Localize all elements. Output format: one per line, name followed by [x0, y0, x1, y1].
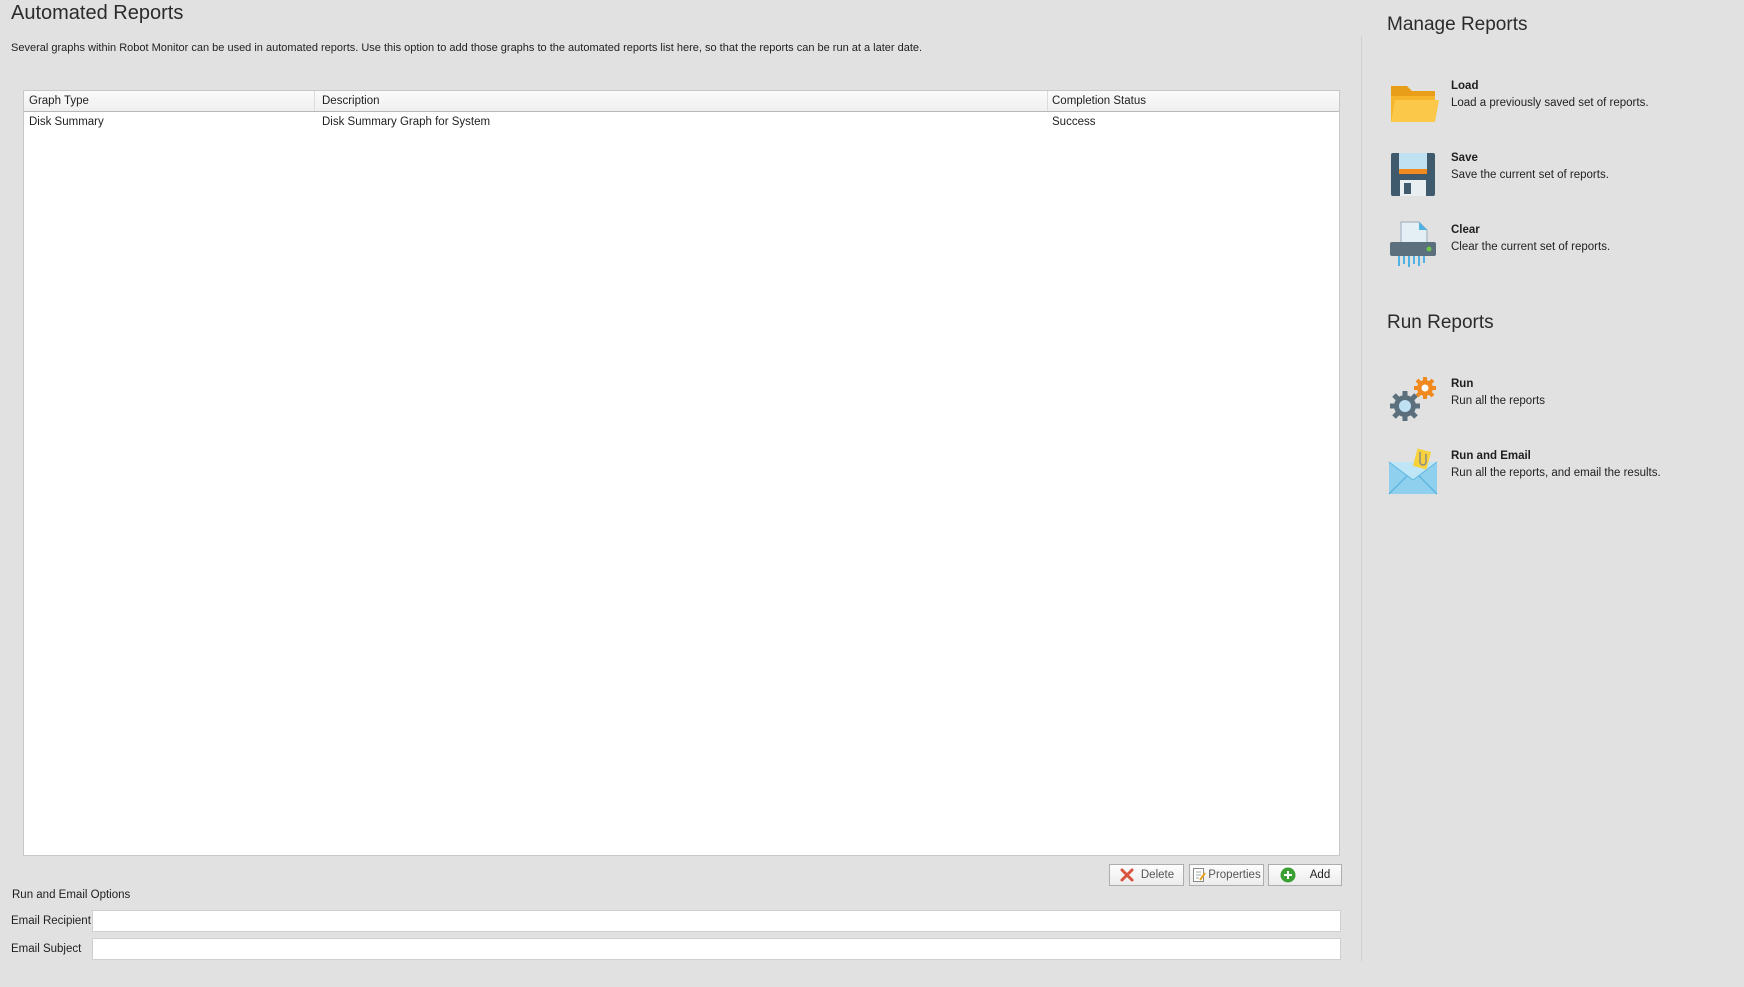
- column-header-graph-type[interactable]: Graph Type: [29, 91, 315, 111]
- add-button[interactable]: Add: [1268, 864, 1342, 886]
- panel-divider: [1361, 36, 1362, 961]
- load-description: Load a previously saved set of reports.: [1451, 97, 1649, 109]
- page-description: Several graphs within Robot Monitor can …: [11, 42, 923, 54]
- cell-description: Disk Summary Graph for System: [322, 116, 491, 128]
- add-plus-icon: [1280, 867, 1296, 883]
- email-recipient-field[interactable]: [92, 910, 1341, 932]
- email-envelope-icon: [1388, 448, 1438, 495]
- folder-icon: [1391, 86, 1439, 122]
- run-reports-title: Run Reports: [1387, 312, 1494, 333]
- reports-grid[interactable]: Graph Type Description Completion Status…: [23, 90, 1340, 856]
- properties-button-label: Properties: [1208, 869, 1261, 881]
- column-header-description[interactable]: Description: [322, 91, 1048, 111]
- run-and-email-description: Run all the reports, and email the resul…: [1451, 467, 1661, 479]
- clear-action[interactable]: Clear Clear the current set of reports.: [1387, 220, 1727, 278]
- delete-button[interactable]: Delete: [1109, 864, 1184, 886]
- email-recipient-label: Email Recipient: [11, 915, 91, 927]
- run-title: Run: [1451, 378, 1474, 390]
- run-and-email-action[interactable]: Run and Email Run all the reports, and e…: [1387, 446, 1727, 504]
- shredder-icon: [1390, 221, 1436, 267]
- save-description: Save the current set of reports.: [1451, 169, 1609, 181]
- email-subject-label: Email Subject: [11, 943, 82, 955]
- cell-graph-type: Disk Summary: [29, 116, 104, 128]
- add-button-label: Add: [1309, 869, 1331, 881]
- gears-icon: [1390, 377, 1436, 421]
- column-header-completion-status[interactable]: Completion Status: [1052, 91, 1337, 111]
- clear-description: Clear the current set of reports.: [1451, 241, 1611, 253]
- load-action[interactable]: Load Load a previously saved set of repo…: [1387, 76, 1727, 134]
- load-title: Load: [1451, 80, 1479, 92]
- properties-icon: [1193, 868, 1207, 882]
- page-title: Automated Reports: [11, 2, 184, 24]
- properties-button[interactable]: Properties: [1189, 864, 1264, 886]
- save-action[interactable]: Save Save the current set of reports.: [1387, 148, 1727, 206]
- manage-reports-title: Manage Reports: [1387, 14, 1528, 35]
- run-action[interactable]: Run Run all the reports: [1387, 374, 1727, 432]
- cell-completion-status: Success: [1052, 116, 1096, 128]
- run-and-email-title: Run and Email: [1451, 450, 1531, 462]
- table-row[interactable]: Disk Summary Disk Summary Graph for Syst…: [24, 112, 1339, 131]
- delete-x-icon: [1120, 868, 1134, 882]
- run-description: Run all the reports: [1451, 395, 1545, 407]
- floppy-disk-icon: [1391, 153, 1435, 196]
- run-email-options-label: Run and Email Options: [12, 889, 131, 901]
- clear-title: Clear: [1451, 224, 1480, 236]
- email-subject-field[interactable]: [92, 938, 1341, 960]
- save-title: Save: [1451, 152, 1478, 164]
- grid-header: Graph Type Description Completion Status: [24, 91, 1339, 112]
- delete-button-label: Delete: [1140, 869, 1175, 881]
